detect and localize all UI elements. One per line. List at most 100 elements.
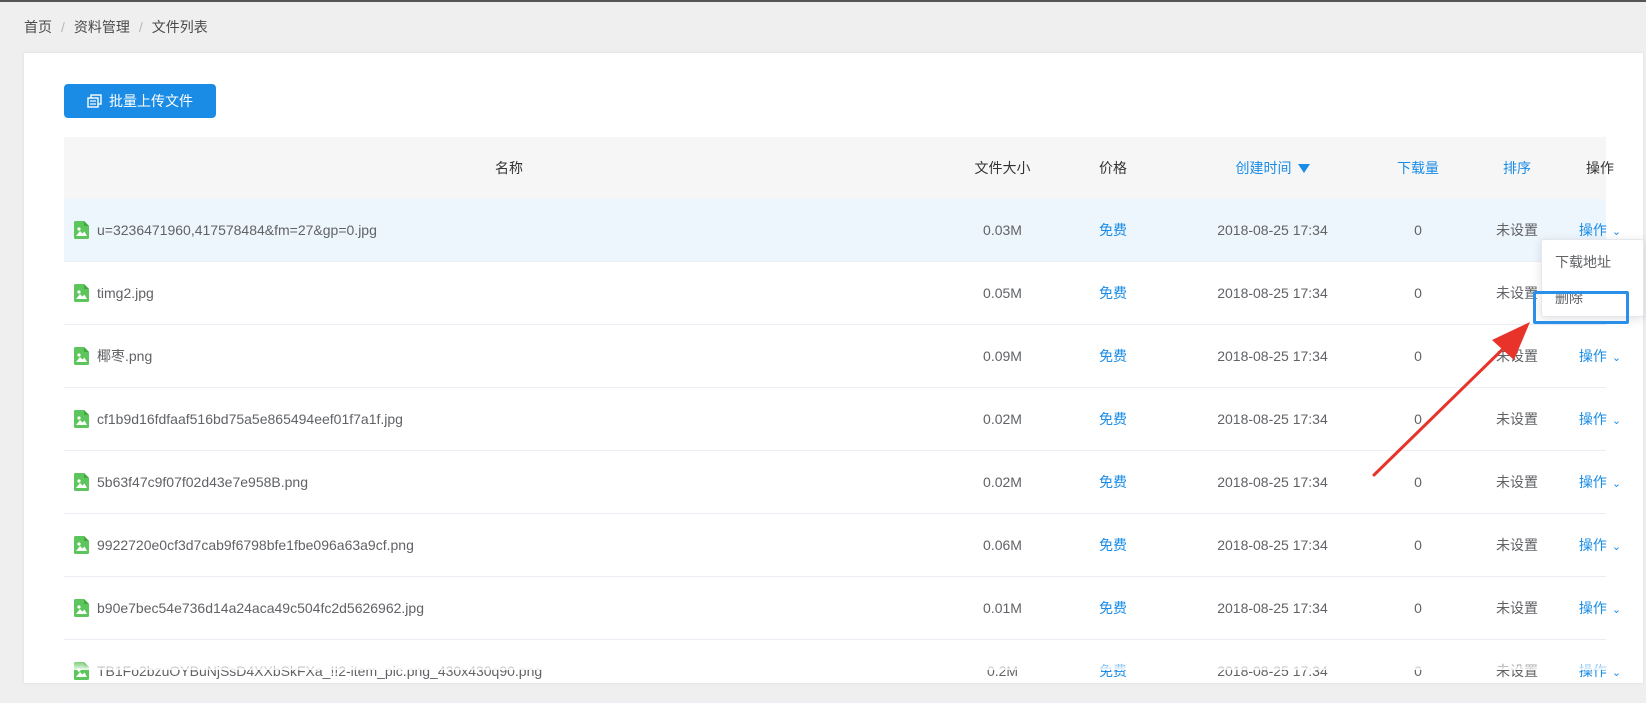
image-file-icon — [74, 536, 89, 554]
cell-price: 免费 — [1099, 285, 1127, 301]
ops-label: 操作 — [1578, 537, 1607, 553]
cell-size: 0.01M — [983, 600, 1022, 616]
cell-downloads: 0 — [1414, 537, 1422, 553]
cell-created: 2018-08-25 17:34 — [1217, 411, 1328, 427]
chevron-down-icon: ⌄ — [1611, 604, 1622, 616]
cell-ops: 操作 ⌄ — [1568, 514, 1632, 576]
cell-size: 0.06M — [983, 537, 1022, 553]
image-file-icon — [74, 284, 89, 302]
ops-label: 操作 — [1578, 348, 1607, 364]
cell-price: 免费 — [1099, 222, 1127, 238]
table-row: timg2.jpg 0.05M 免费 2018-08-25 17:34 0 未设置 — [64, 262, 1606, 325]
table-row: TB1Fo2bzuOYBuNjSsD4XXbSkFXa_!!2-item_pic… — [64, 640, 1621, 703]
cell-created: 2018-08-25 17:34 — [1217, 285, 1328, 301]
ops-label: 操作 — [1578, 411, 1607, 427]
cell-price: 免费 — [1099, 663, 1127, 679]
ops-dropdown-trigger[interactable]: 操作 ⌄ — [1579, 535, 1621, 555]
breadcrumb: 首页 / 资料管理 / 文件列表 — [24, 17, 208, 37]
cell-price: 免费 — [1099, 474, 1127, 490]
cell-size: 0.2M — [986, 663, 1019, 679]
header-downloads[interactable]: 下载量 — [1370, 137, 1466, 199]
cell-name: TB1Fo2bzuOYBuNjSsD4XXbSkFXa_!!2-item_pic… — [64, 640, 954, 702]
copy-stack-icon — [87, 94, 102, 108]
image-file-icon — [74, 599, 89, 617]
batch-upload-label: 批量上传文件 — [109, 93, 193, 109]
cell-price: 免费 — [1099, 348, 1127, 364]
cell-downloads: 0 — [1414, 285, 1422, 301]
ops-label: 操作 — [1578, 222, 1607, 238]
header-name: 名称 — [495, 160, 523, 176]
file-name: 9922720e0cf3d7cab9f6798bfe1fbe096a63a9cf… — [97, 537, 414, 553]
file-name: cf1b9d16fdfaaf516bd75a5e865494eef01f7a1f… — [97, 411, 403, 427]
cell-downloads: 0 — [1414, 222, 1422, 238]
cell-created: 2018-08-25 17:34 — [1217, 474, 1328, 490]
header-sort[interactable]: 排序 — [1466, 137, 1568, 199]
delete-highlight-box — [1533, 291, 1629, 324]
cell-name: cf1b9d16fdfaaf516bd75a5e865494eef01f7a1f… — [64, 388, 954, 450]
breadcrumb-section[interactable]: 资料管理 — [74, 17, 130, 37]
breadcrumb-separator: / — [138, 19, 143, 35]
file-name: b90e7bec54e736d14a24aca49c504fc2d5626962… — [97, 600, 424, 616]
file-name: timg2.jpg — [97, 285, 154, 301]
cell-name: 5b63f47c9f07f02d43e7e958B.png — [64, 451, 954, 513]
bottom-fade — [24, 660, 1643, 670]
cell-created: 2018-08-25 17:34 — [1217, 222, 1328, 238]
chevron-down-icon: ⌄ — [1611, 415, 1622, 427]
cell-price: 免费 — [1099, 537, 1127, 553]
file-name: 5b63f47c9f07f02d43e7e958B.png — [97, 474, 308, 490]
cell-size: 0.02M — [983, 474, 1022, 490]
breadcrumb-home[interactable]: 首页 — [24, 17, 52, 37]
cell-created: 2018-08-25 17:34 — [1217, 600, 1328, 616]
table-header: 名称 文件大小 价格 创建时间 下载量 排序 操作 — [64, 137, 1614, 199]
cell-name: u=3236471960,417578484&fm=27&gp=0.jpg — [64, 199, 954, 261]
ops-dropdown-trigger[interactable]: 操作 ⌄ — [1579, 598, 1621, 618]
header-ops: 操作 — [1586, 160, 1614, 176]
table-row: b90e7bec54e736d14a24aca49c504fc2d5626962… — [64, 577, 1621, 640]
cell-name: 椰枣.png — [64, 325, 954, 387]
chevron-down-icon: ⌄ — [1611, 478, 1622, 490]
cell-sort: 未设置 — [1496, 600, 1538, 616]
cell-name: timg2.jpg — [64, 262, 954, 324]
cell-ops: 操作 ⌄ — [1568, 325, 1632, 387]
ops-dropdown-trigger[interactable]: 操作 ⌄ — [1579, 220, 1621, 240]
cell-price: 免费 — [1099, 600, 1127, 616]
cell-created: 2018-08-25 17:34 — [1217, 663, 1328, 679]
cell-ops: 操作 ⌄ — [1568, 388, 1632, 450]
table-row: 9922720e0cf3d7cab9f6798bfe1fbe096a63a9cf… — [64, 514, 1621, 577]
breadcrumb-separator: / — [61, 19, 65, 35]
header-size: 文件大小 — [974, 160, 1031, 176]
ops-dropdown-trigger[interactable]: 操作 ⌄ — [1579, 409, 1621, 429]
ops-dropdown-trigger[interactable]: 操作 ⌄ — [1579, 472, 1621, 492]
file-name: u=3236471960,417578484&fm=27&gp=0.jpg — [97, 222, 377, 238]
cell-ops: 操作 ⌄ — [1568, 640, 1632, 702]
image-file-icon — [74, 221, 89, 239]
header-price: 价格 — [1099, 160, 1127, 176]
ops-dropdown-trigger[interactable]: 操作 ⌄ — [1579, 346, 1621, 366]
ops-label: 操作 — [1578, 474, 1607, 490]
cell-name: b90e7bec54e736d14a24aca49c504fc2d5626962… — [64, 577, 954, 639]
chevron-down-icon: ⌄ — [1611, 352, 1622, 364]
cell-size: 0.02M — [983, 411, 1022, 427]
breadcrumb-current: 文件列表 — [151, 19, 208, 35]
image-file-icon — [74, 473, 89, 491]
cell-name: 9922720e0cf3d7cab9f6798bfe1fbe096a63a9cf… — [64, 514, 954, 576]
cell-size: 0.05M — [983, 285, 1022, 301]
top-border — [0, 0, 1646, 2]
chevron-down-icon: ⌄ — [1611, 541, 1622, 553]
cell-created: 2018-08-25 17:34 — [1217, 537, 1328, 553]
dropdown-download-address[interactable]: 下载地址 — [1542, 246, 1643, 278]
cell-downloads: 0 — [1414, 663, 1422, 679]
header-created[interactable]: 创建时间 — [1175, 137, 1370, 199]
cell-price: 免费 — [1099, 411, 1127, 427]
image-file-icon — [74, 410, 89, 428]
cell-downloads: 0 — [1414, 600, 1422, 616]
cell-size: 0.09M — [983, 348, 1022, 364]
header-created-label: 创建时间 — [1235, 160, 1292, 176]
cell-created: 2018-08-25 17:34 — [1217, 348, 1328, 364]
cell-ops: 操作 ⌄ — [1568, 577, 1632, 639]
cell-ops: 操作 ⌄ — [1568, 451, 1632, 513]
table-row: u=3236471960,417578484&fm=27&gp=0.jpg 0.0… — [64, 199, 1621, 262]
cell-size: 0.03M — [983, 222, 1022, 238]
image-file-icon — [74, 347, 89, 365]
batch-upload-button[interactable]: 批量上传文件 — [64, 84, 216, 118]
